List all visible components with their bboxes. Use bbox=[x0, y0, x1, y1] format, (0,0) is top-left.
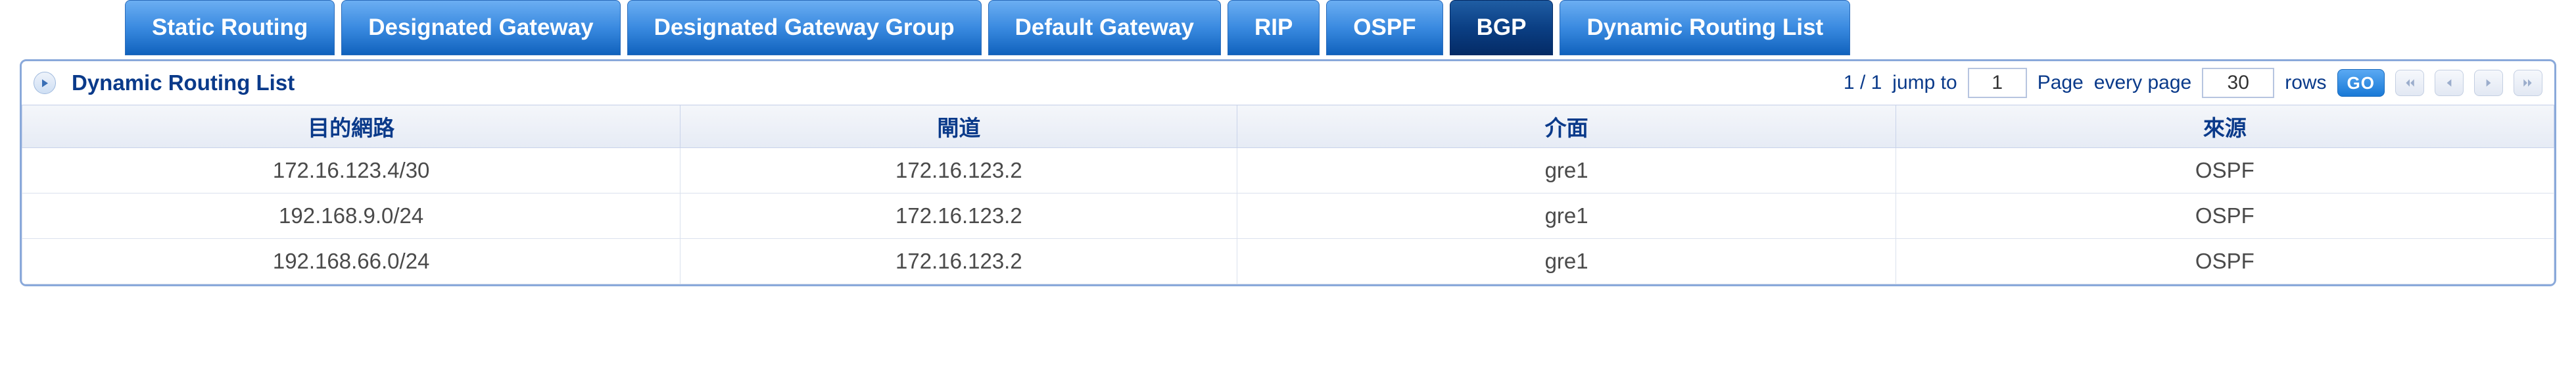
cell-iface: gre1 bbox=[1237, 148, 1896, 194]
col-iface: 介面 bbox=[1237, 105, 1896, 148]
expand-icon[interactable] bbox=[34, 72, 56, 94]
go-button[interactable]: GO bbox=[2337, 69, 2385, 97]
tab-default-gateway[interactable]: Default Gateway bbox=[988, 0, 1221, 55]
table-row: 192.168.66.0/24172.16.123.2gre1OSPF bbox=[22, 239, 2554, 284]
tab-rip[interactable]: RIP bbox=[1228, 0, 1320, 55]
cell-gateway: 172.16.123.2 bbox=[680, 148, 1237, 194]
tab-static-routing[interactable]: Static Routing bbox=[125, 0, 335, 55]
pager: 1 / 1 jump to Page every page rows GO bbox=[1844, 68, 2542, 98]
routing-panel: Dynamic Routing List 1 / 1 jump to Page … bbox=[20, 59, 2556, 286]
cell-gateway: 172.16.123.2 bbox=[680, 239, 1237, 284]
tab-designated-gateway-group[interactable]: Designated Gateway Group bbox=[627, 0, 982, 55]
page-label: Page bbox=[2038, 72, 2084, 94]
jump-label: jump to bbox=[1892, 72, 1957, 94]
rows-input[interactable] bbox=[2202, 68, 2274, 98]
rows-label: rows bbox=[2285, 72, 2326, 94]
cell-dest: 192.168.66.0/24 bbox=[22, 239, 680, 284]
first-page-button[interactable] bbox=[2395, 70, 2424, 96]
table-row: 192.168.9.0/24172.16.123.2gre1OSPF bbox=[22, 194, 2554, 239]
cell-dest: 172.16.123.4/30 bbox=[22, 148, 680, 194]
tab-bgp[interactable]: BGP bbox=[1450, 0, 1554, 55]
col-source: 來源 bbox=[1896, 105, 2554, 148]
cell-source: OSPF bbox=[1896, 148, 2554, 194]
next-page-button[interactable] bbox=[2474, 70, 2503, 96]
prev-page-button[interactable] bbox=[2435, 70, 2464, 96]
jump-input[interactable] bbox=[1968, 68, 2027, 98]
col-gateway: 閘道 bbox=[680, 105, 1237, 148]
table-row: 172.16.123.4/30172.16.123.2gre1OSPF bbox=[22, 148, 2554, 194]
cell-iface: gre1 bbox=[1237, 194, 1896, 239]
cell-iface: gre1 bbox=[1237, 239, 1896, 284]
cell-source: OSPF bbox=[1896, 194, 2554, 239]
tab-dynamic-routing-list[interactable]: Dynamic Routing List bbox=[1560, 0, 1850, 55]
table-header-row: 目的網路 閘道 介面 來源 bbox=[22, 105, 2554, 148]
col-dest: 目的網路 bbox=[22, 105, 680, 148]
every-page-label: every page bbox=[2094, 72, 2191, 94]
page-count: 1 / 1 bbox=[1844, 72, 1882, 94]
tab-bar: Static RoutingDesignated GatewayDesignat… bbox=[125, 0, 2576, 55]
cell-gateway: 172.16.123.2 bbox=[680, 194, 1237, 239]
panel-title: Dynamic Routing List bbox=[72, 70, 295, 95]
panel-header: Dynamic Routing List 1 / 1 jump to Page … bbox=[22, 61, 2554, 105]
last-page-button[interactable] bbox=[2514, 70, 2542, 96]
routing-table: 目的網路 閘道 介面 來源 172.16.123.4/30172.16.123.… bbox=[22, 105, 2554, 284]
tab-designated-gateway[interactable]: Designated Gateway bbox=[341, 0, 620, 55]
cell-source: OSPF bbox=[1896, 239, 2554, 284]
cell-dest: 192.168.9.0/24 bbox=[22, 194, 680, 239]
tab-ospf[interactable]: OSPF bbox=[1326, 0, 1443, 55]
